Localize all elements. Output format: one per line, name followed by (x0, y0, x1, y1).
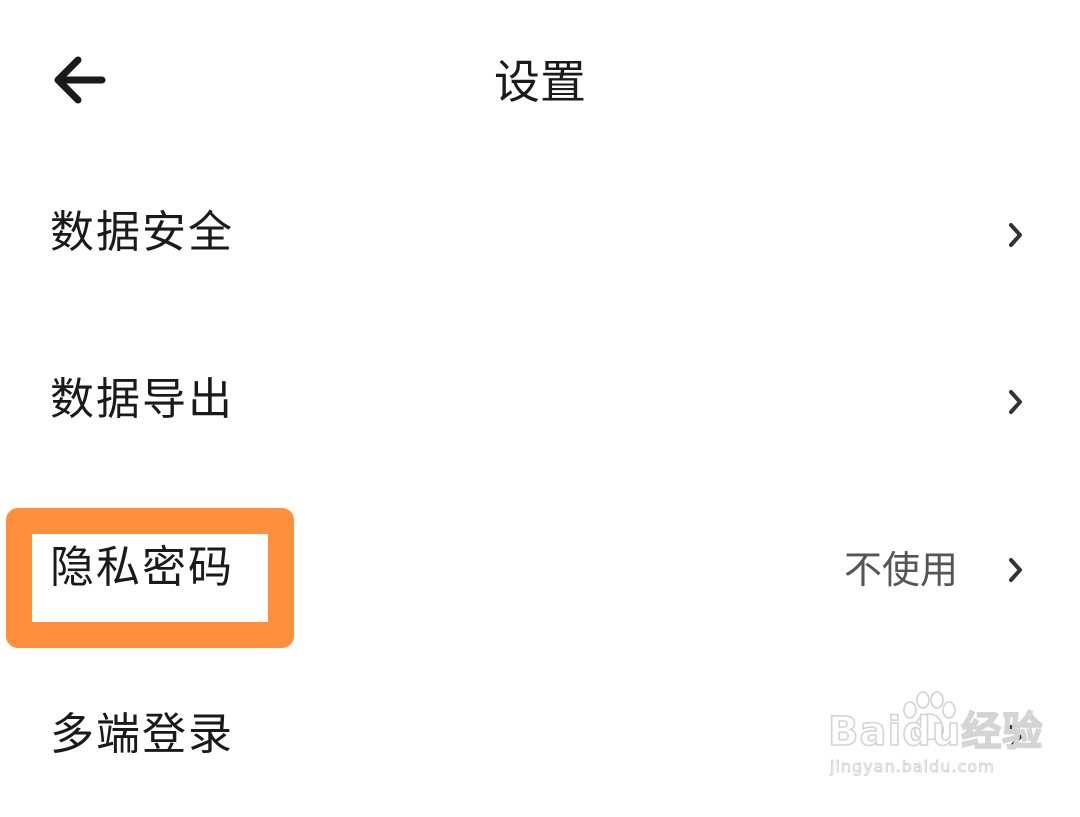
settings-item-label: 隐私密码 (50, 542, 234, 593)
chevron-right-icon (1006, 387, 1026, 417)
chevron-right-icon (1006, 220, 1026, 250)
settings-item-value: 不使用 (843, 548, 958, 592)
page-title: 设置 (494, 55, 586, 109)
header-bar: 设置 (0, 0, 1080, 160)
settings-item-multi-device-login[interactable]: 多端登录 (0, 657, 1080, 817)
settings-item-privacy-password[interactable]: 隐私密码 不使用 (0, 490, 1080, 650)
chevron-right-icon (1006, 555, 1026, 585)
chevron-right-icon (1006, 722, 1026, 752)
settings-item-data-security[interactable]: 数据安全 (0, 155, 1080, 315)
settings-item-data-export[interactable]: 数据导出 (0, 322, 1080, 482)
settings-item-label: 多端登录 (50, 709, 234, 760)
settings-item-label: 数据导出 (50, 374, 234, 425)
settings-item-label: 数据安全 (50, 207, 234, 258)
